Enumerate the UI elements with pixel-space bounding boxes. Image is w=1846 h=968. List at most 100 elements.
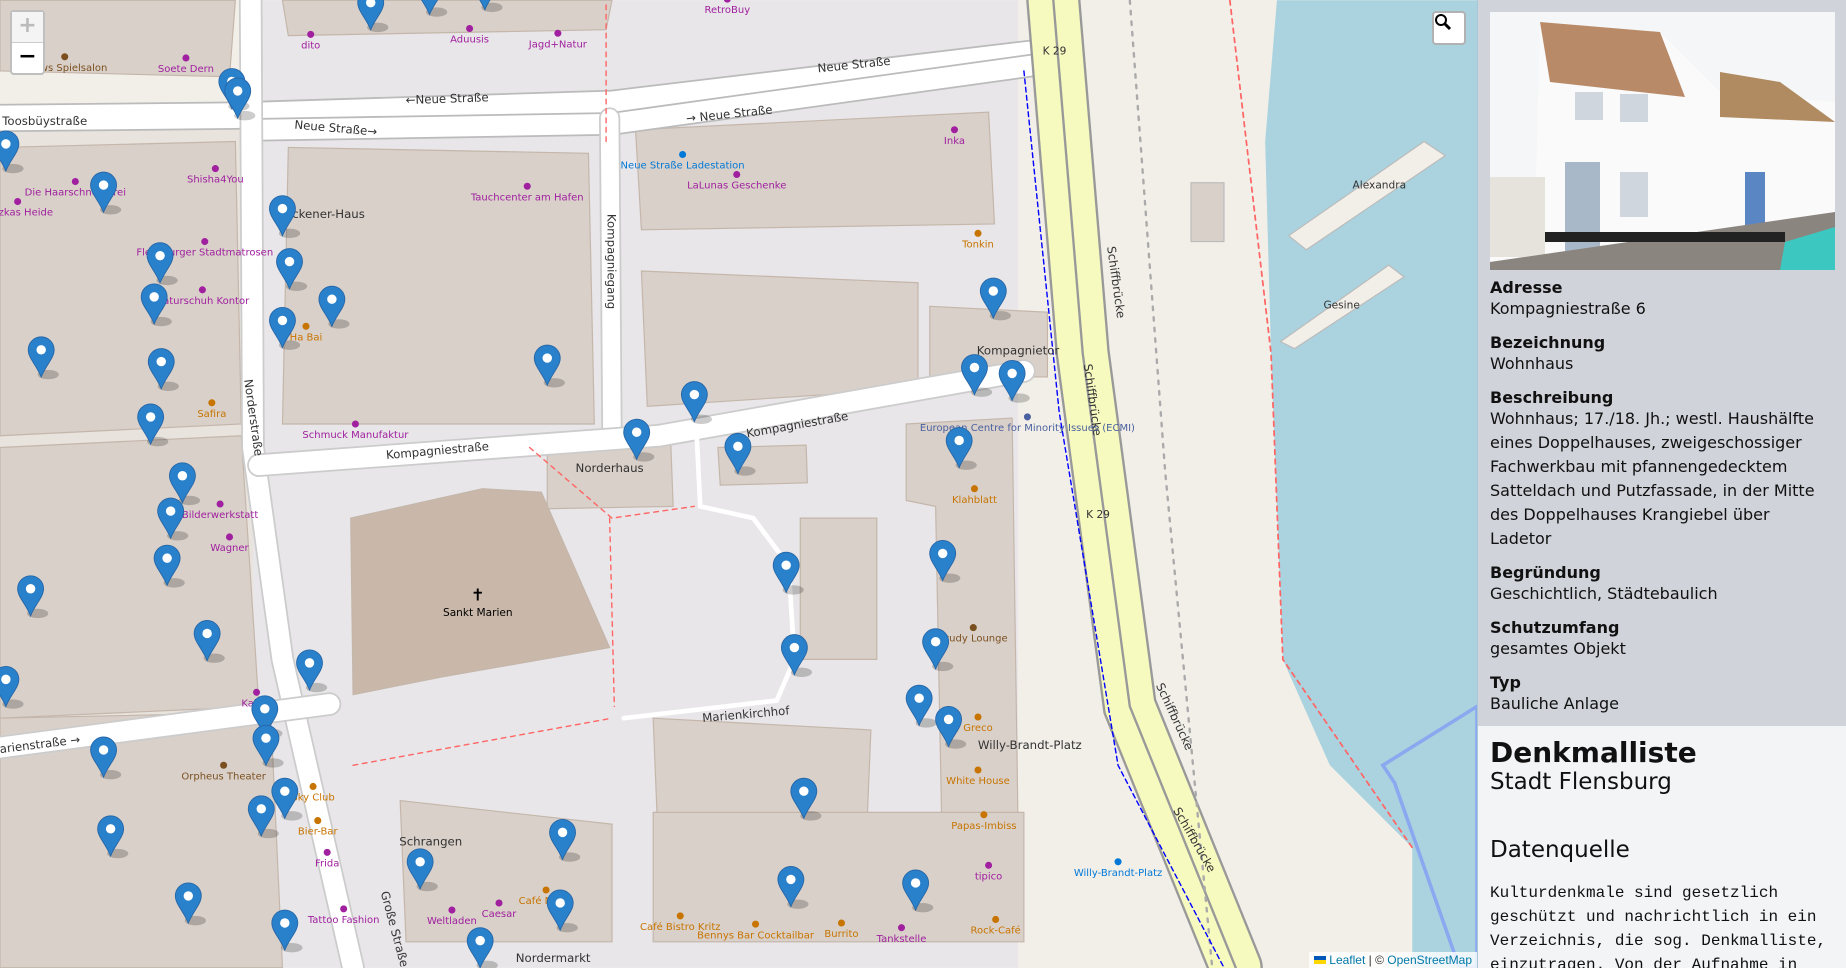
poi-icon xyxy=(208,399,216,407)
poi-label: Schmuck Manufaktur xyxy=(302,430,409,441)
poi-icon xyxy=(351,420,359,428)
poi-icon xyxy=(198,286,206,294)
poi-label: Weltladen xyxy=(427,916,477,927)
field-value: Bauliche Anlage xyxy=(1490,694,1620,713)
poi-icon xyxy=(1114,858,1122,866)
field-value: Geschichtlich, Städtebaulich xyxy=(1490,584,1718,603)
poi-label: Klahblatt xyxy=(952,495,997,506)
poi-icon xyxy=(340,905,348,913)
street-label: Toosbüystraße xyxy=(1,114,87,128)
field-label: Typ xyxy=(1490,673,1521,692)
app-subtitle: Stadt Flensburg xyxy=(1490,769,1672,795)
field-label: Bezeichnung xyxy=(1490,333,1606,352)
poi-label: LaLunas Geschenke xyxy=(687,181,786,192)
app-title: Denkmalliste xyxy=(1490,736,1697,769)
map-label: ←Neue Straße xyxy=(405,90,488,107)
poi-icon xyxy=(752,920,760,928)
poi-icon xyxy=(201,238,209,246)
poi-label: Greco xyxy=(963,723,992,734)
poi-icon xyxy=(14,198,22,206)
sidebar: Adresse Kompagniestraße 6 Bezeichnung Wohnh… xyxy=(1477,0,1846,968)
poi-icon xyxy=(220,761,228,769)
poi-icon xyxy=(950,126,958,134)
poi-label: Aduusis xyxy=(450,35,489,46)
attribution-separator: | © xyxy=(1365,953,1388,967)
poi-icon xyxy=(974,229,982,237)
field-value: Wohnhaus; 17./18. Jh.; westl. Haushälfte… xyxy=(1490,409,1815,548)
poi-icon xyxy=(969,624,977,632)
zoom-control: + − xyxy=(10,10,45,75)
poi-label: Inka xyxy=(944,136,965,147)
zoom-in-button[interactable]: + xyxy=(12,12,43,43)
poi-icon xyxy=(61,53,69,61)
church-icon: ✝ xyxy=(471,586,485,605)
map-label: Norderhaus xyxy=(576,461,644,475)
poi-label: Willy-Brandt-Platz xyxy=(1074,868,1162,879)
map-label: K 29 xyxy=(1043,45,1067,57)
poi-label: RetroBuy xyxy=(704,5,750,16)
map-label: Eckener-Haus xyxy=(285,207,365,221)
poi-icon xyxy=(182,54,190,62)
poi-icon xyxy=(679,150,687,159)
poi-icon xyxy=(302,322,310,330)
field-value: Wohnhaus xyxy=(1490,354,1574,373)
map-label: Schrangen xyxy=(399,834,462,848)
poi-label: Frida xyxy=(315,858,339,869)
poi-label: Bennys Bar Cocktailbar xyxy=(697,930,815,941)
poi-label: Caesar xyxy=(482,909,518,920)
map-label: Kompagnietor xyxy=(977,344,1060,358)
poi-icon xyxy=(676,912,684,920)
zoom-out-button[interactable]: − xyxy=(12,43,43,73)
poi-label: Bier-Bar xyxy=(298,827,339,838)
monument-detail: Adresse Kompagniestraße 6 Bezeichnung Wohnh… xyxy=(1478,0,1846,726)
map-label: Sankt Marien xyxy=(443,607,513,619)
map-tiles: ✝ Neue Straße←Neue StraßeNeue Straße→→ N… xyxy=(0,0,1477,968)
poi-icon xyxy=(970,485,978,493)
poi-icon xyxy=(554,29,562,37)
poi-label: White House xyxy=(946,776,1010,787)
poi-label: Orpheus Theater xyxy=(181,771,266,782)
field-label: Schutzumfang xyxy=(1490,618,1620,637)
field-value: Kompagniestraße 6 xyxy=(1490,299,1646,318)
poi-label: Tankstelle xyxy=(876,934,927,945)
map-label: Alexandra xyxy=(1353,180,1407,192)
poi-label: Shisha4You xyxy=(187,175,244,186)
poi-icon xyxy=(542,886,550,894)
map-attribution: Leaflet | © OpenStreetMap xyxy=(1309,952,1477,968)
map[interactable]: ✝ Neue Straße ←Neue Straße Neue Straße→ → N… xyxy=(0,0,1477,968)
search-button[interactable] xyxy=(1432,11,1466,45)
poi-icon xyxy=(323,848,331,856)
poi-label: Burrito xyxy=(824,929,858,940)
poi-label: Bilderwerkstatt xyxy=(182,510,258,521)
map-label: Kompagniegang xyxy=(604,214,618,309)
poi-icon xyxy=(523,182,531,190)
poi-icon xyxy=(253,688,261,696)
poi-icon xyxy=(837,919,846,927)
monument-photo xyxy=(1490,12,1835,270)
poi-icon xyxy=(216,500,224,508)
map-label: Schiffbrücke xyxy=(1104,245,1128,319)
poi-icon xyxy=(309,782,317,790)
poi-icon xyxy=(211,165,219,173)
magnifier-icon xyxy=(1435,14,1452,31)
poi-icon xyxy=(733,170,741,179)
poi-label: Study Lounge xyxy=(939,634,1008,645)
poi-icon xyxy=(974,766,982,774)
poi-icon xyxy=(314,817,322,825)
poi-label: Tattoo Fashion xyxy=(307,915,380,926)
poi-icon xyxy=(974,713,982,721)
poi-label: Safira xyxy=(197,409,226,420)
leaflet-link[interactable]: Leaflet xyxy=(1329,953,1365,967)
field-value: gesamtes Objekt xyxy=(1490,639,1626,658)
ukraine-flag-icon xyxy=(1314,956,1327,964)
osm-link[interactable]: OpenStreetMap xyxy=(1387,953,1472,967)
poi-label: Neue Straße Ladestation xyxy=(621,161,745,172)
map-label: K 29 xyxy=(1086,509,1110,521)
poi-label: Rock-Café xyxy=(970,925,1020,937)
poi-icon xyxy=(897,924,906,932)
map-label: Nordermarkt xyxy=(516,951,591,965)
poi-icon xyxy=(225,533,234,541)
section-heading: Datenquelle xyxy=(1490,837,1630,863)
section-text: Kulturdenkmale sind gesetzlich geschützt… xyxy=(1490,884,1827,968)
poi-icon xyxy=(1023,413,1031,421)
